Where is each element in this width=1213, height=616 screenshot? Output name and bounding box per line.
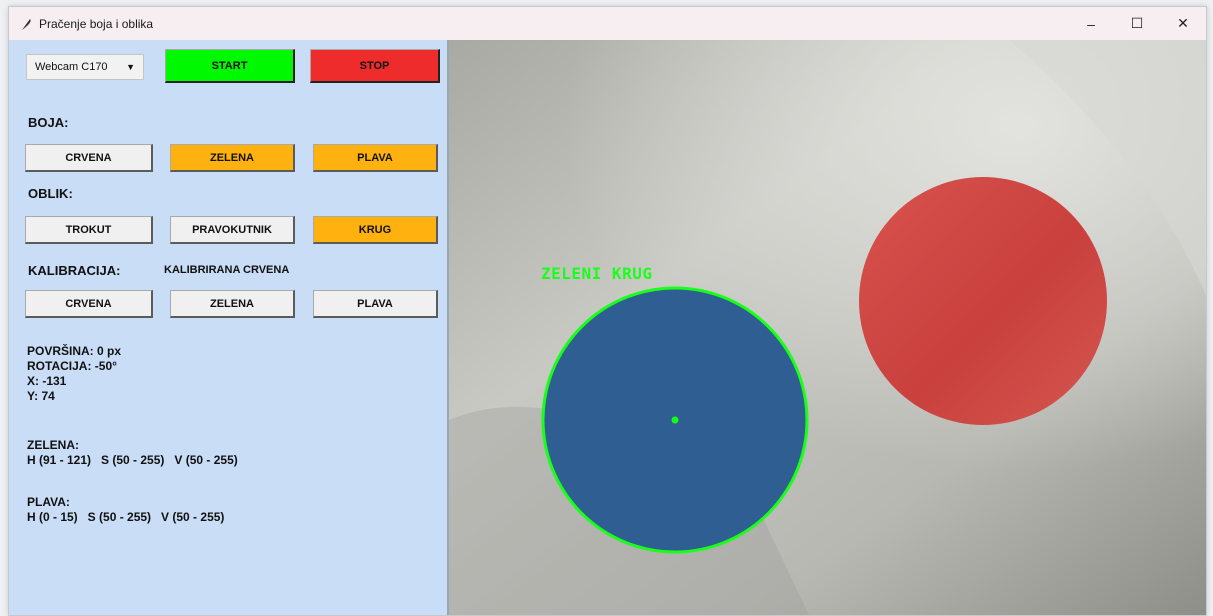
- shape-triangle-label: TROKUT: [65, 223, 112, 236]
- title-bar: Pračenje boja i oblika – ☐ ✕: [9, 7, 1206, 40]
- close-button[interactable]: ✕: [1160, 7, 1206, 40]
- calibrate-green-label: ZELENA: [210, 297, 254, 310]
- detection-center: [671, 416, 679, 424]
- minimize-button[interactable]: –: [1068, 7, 1114, 40]
- calibrate-blue-label: PLAVA: [357, 297, 393, 310]
- chevron-down-icon: ▼: [126, 62, 135, 72]
- shape-rectangle-button[interactable]: PRAVOKUTNIK: [170, 216, 295, 244]
- calibrate-red-button[interactable]: CRVENA: [25, 290, 153, 318]
- stop-button[interactable]: STOP: [310, 49, 440, 83]
- detection-label: ZELENI KRUG: [541, 264, 653, 283]
- x-readout: X: -131: [27, 374, 67, 388]
- camera-select[interactable]: Webcam C170 ▼: [26, 54, 144, 80]
- maximize-button[interactable]: ☐: [1114, 7, 1160, 40]
- y-readout: Y: 74: [27, 389, 55, 403]
- camera-feed: ZELENI KRUG: [447, 40, 1206, 615]
- app-window: Pračenje boja i oblika – ☐ ✕ Webcam C170…: [8, 6, 1207, 616]
- calibration-heading: KALIBRACIJA:: [28, 263, 121, 278]
- color-red-label: CRVENA: [65, 151, 112, 164]
- calibrate-blue-button[interactable]: PLAVA: [313, 290, 438, 318]
- green-range-values: H (91 - 121) S (50 - 255) V (50 - 255): [27, 453, 238, 467]
- calibrate-green-button[interactable]: ZELENA: [170, 290, 295, 318]
- color-green-button[interactable]: ZELENA: [170, 144, 295, 172]
- green-range-title: ZELENA:: [27, 438, 79, 452]
- blue-range-title: PLAVA:: [27, 495, 70, 509]
- red-object: [859, 177, 1107, 425]
- color-heading: BOJA:: [28, 115, 69, 130]
- shape-triangle-button[interactable]: TROKUT: [25, 216, 153, 244]
- calibration-status: KALIBRIRANA CRVENA: [164, 264, 290, 276]
- camera-select-value: Webcam C170: [35, 61, 108, 73]
- area-readout: POVRŠINA: 0 px: [27, 344, 122, 358]
- feather-icon: [19, 17, 33, 31]
- camera-frame: [449, 40, 1206, 615]
- color-red-button[interactable]: CRVENA: [25, 144, 153, 172]
- window-title: Pračenje boja i oblika: [39, 16, 154, 31]
- shape-rectangle-label: PRAVOKUTNIK: [192, 223, 272, 236]
- start-button[interactable]: START: [165, 49, 295, 83]
- control-panel: Webcam C170 ▼ START STOP BOJA: CRVENA ZE…: [9, 40, 447, 615]
- calibrate-red-label: CRVENA: [65, 297, 112, 310]
- shape-heading: OBLIK:: [28, 186, 73, 201]
- blue-range-values: H (0 - 15) S (50 - 255) V (50 - 255): [27, 510, 225, 524]
- rotation-readout: ROTACIJA: -50°: [27, 359, 117, 373]
- shape-circle-button[interactable]: KRUG: [313, 216, 438, 244]
- color-blue-button[interactable]: PLAVA: [313, 144, 438, 172]
